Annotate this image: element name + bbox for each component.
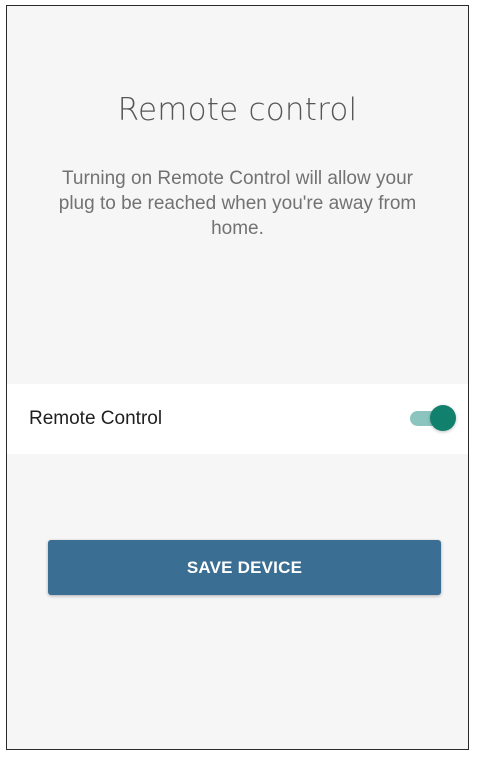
page-description: Turning on Remote Control will allow you…	[58, 168, 417, 239]
remote-control-setting-row: Remote Control	[7, 384, 468, 454]
remote-control-label: Remote Control	[29, 408, 163, 429]
app-screen: Remote control Turning on Remote Control…	[6, 5, 469, 750]
save-device-button[interactable]: SAVE DEVICE	[48, 540, 441, 595]
remote-control-toggle[interactable]	[410, 404, 456, 432]
page-title: Remote control	[117, 92, 358, 128]
toggle-thumb	[430, 405, 456, 431]
